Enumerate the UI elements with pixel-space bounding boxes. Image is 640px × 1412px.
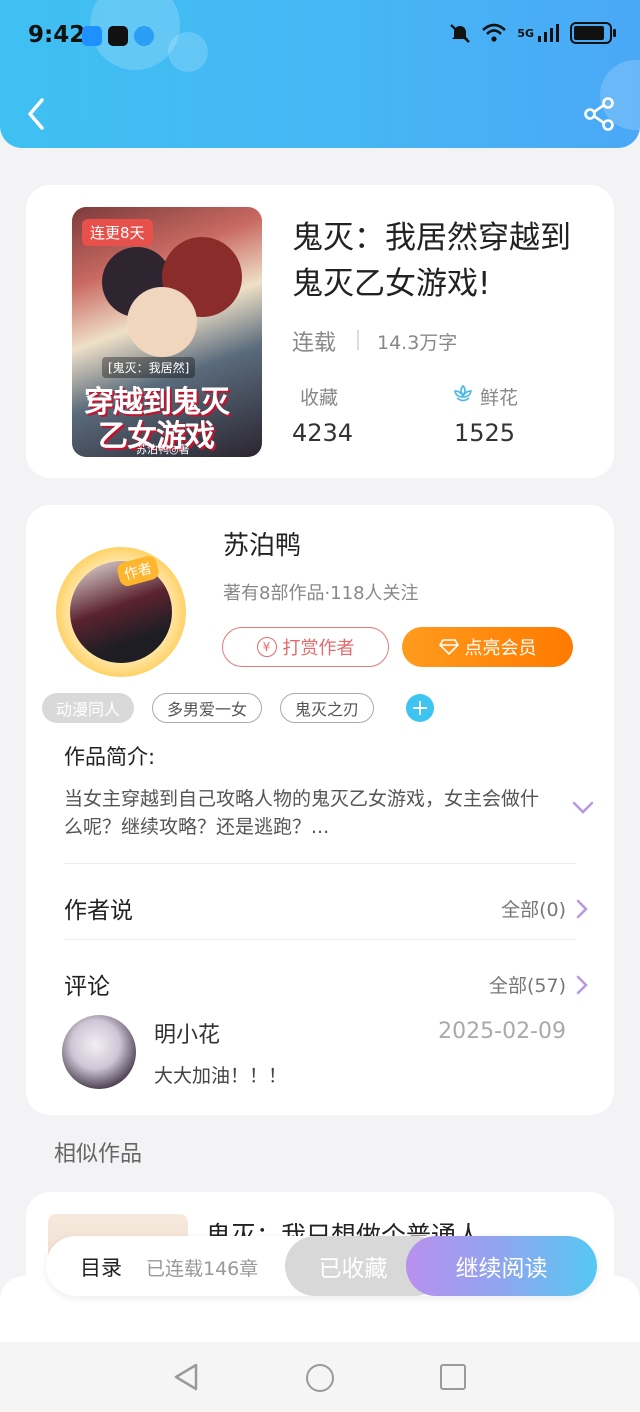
yuan-icon: ¥: [256, 637, 277, 657]
commenter-name[interactable]: 明小花: [154, 1017, 220, 1049]
book-status: 连载: [292, 331, 337, 356]
comments-all-link[interactable]: 全部(57): [489, 971, 588, 998]
status-time: 9:42: [28, 22, 86, 48]
continue-reading-button[interactable]: 继续阅读: [406, 1236, 597, 1296]
status-bar: 9:42 5G: [0, 0, 640, 76]
author-card: 作者 苏泊鸭 著有8部作品·118人关注 ¥ 打赏作者 点亮会员 动漫同人 多男…: [26, 505, 614, 1115]
commenter-avatar[interactable]: [62, 1015, 136, 1089]
chevron-right-icon: [576, 899, 588, 918]
signal-icon: [538, 24, 559, 42]
flower-icon: [454, 384, 472, 402]
author-meta: 著有8部作品·118人关注: [223, 583, 419, 604]
browser-app-icon: [134, 26, 154, 46]
author-name[interactable]: 苏泊鸭: [223, 525, 301, 562]
diamond-icon: [438, 639, 459, 655]
book-title: 鬼灭：我居然穿越到鬼灭乙女游戏!: [292, 220, 571, 302]
share-icon[interactable]: [582, 96, 616, 132]
comment-text: 大大加油！！！: [154, 1065, 288, 1087]
tag-chip[interactable]: 动漫同人: [42, 693, 135, 723]
system-navigation-bar: [0, 1342, 640, 1412]
comments-count: 全部(57): [488, 975, 566, 997]
chapter-count[interactable]: 已连载146章: [146, 1254, 258, 1281]
author-says-title: 作者说: [64, 898, 133, 924]
status-icons: 5G: [449, 22, 616, 44]
cover-text: [鬼灭：我居然]: [102, 357, 196, 378]
author-says-count: 全部(0): [501, 899, 566, 921]
comments-title: 评论: [64, 974, 110, 1000]
intro-text[interactable]: 当女主穿越到自己攻略人物的鬼灭乙女游戏，女主会做什么呢？继续攻略？还是逃跑？..…: [64, 785, 554, 841]
similar-works-title: 相似作品: [54, 1142, 143, 1167]
author-says-all-link[interactable]: 全部(0): [501, 895, 588, 922]
book-cover[interactable]: 连更8天 [鬼灭：我居然] 穿越到鬼灭 乙女游戏 苏泊鸭◎著: [72, 207, 262, 457]
vip-label: 点亮会员: [464, 638, 537, 659]
system-back-icon[interactable]: [172, 1362, 200, 1392]
cover-author: 苏泊鸭◎著: [136, 443, 190, 456]
cover-figure: [127, 287, 197, 357]
favorites-label: 收藏: [300, 387, 339, 409]
tag-chip[interactable]: 多男爱一女: [152, 693, 263, 723]
wifi-icon: [482, 23, 507, 42]
tip-author-button[interactable]: ¥ 打赏作者: [222, 627, 389, 667]
shield-app-icon: [82, 26, 102, 46]
toc-button[interactable]: 目录: [80, 1252, 122, 1282]
mute-bell-icon: [450, 24, 471, 43]
comment-date: 2025-02-09: [438, 1019, 566, 1044]
bottom-action-bar: 目录 已连载146章 已收藏 继续阅读: [46, 1236, 597, 1296]
intro-title: 作品简介:: [64, 745, 156, 769]
tag-chip[interactable]: 鬼灭之刃: [280, 693, 375, 723]
chevron-right-icon: [576, 975, 588, 994]
tag-list: 动漫同人 多男爱一女 鬼灭之刃 +: [42, 693, 435, 723]
back-arrow-icon[interactable]: [22, 96, 52, 132]
flowers-label: 鲜花: [480, 387, 519, 409]
favorited-label: 已收藏: [318, 1256, 388, 1282]
word-count: 14.3万字: [377, 332, 458, 354]
favorites-count: 4234: [292, 419, 354, 447]
tip-author-label: 打赏作者: [282, 638, 355, 659]
divider: [64, 863, 576, 864]
continue-reading-label: 继续阅读: [455, 1256, 548, 1282]
battery-icon: [570, 22, 616, 44]
add-tag-icon[interactable]: +: [406, 694, 435, 722]
vip-button[interactable]: 点亮会员: [402, 627, 573, 667]
network-label: 5G: [517, 26, 534, 40]
expand-chevron-icon[interactable]: [572, 801, 594, 815]
system-recents-icon[interactable]: [440, 1364, 466, 1390]
divider: [357, 330, 359, 350]
divider: [64, 939, 576, 940]
system-home-icon[interactable]: [306, 1364, 334, 1392]
flowers-count: 1525: [454, 419, 516, 447]
cover-tag: 连更8天: [82, 219, 153, 246]
book-info-card: 连更8天 [鬼灭：我居然] 穿越到鬼灭 乙女游戏 苏泊鸭◎著 鬼灭：我居然穿越到…: [26, 185, 614, 478]
header: 9:42 5G: [0, 0, 640, 148]
tiktok-app-icon: [108, 26, 128, 46]
